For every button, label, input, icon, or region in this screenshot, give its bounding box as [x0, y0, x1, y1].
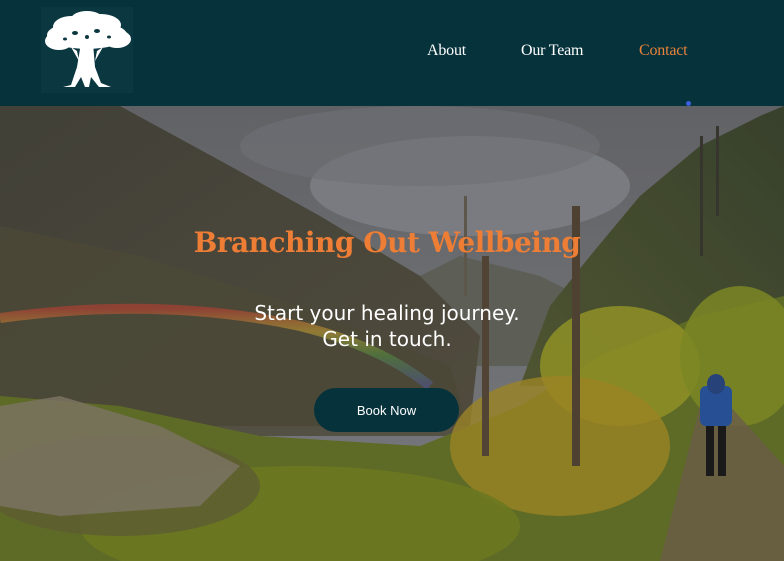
- nav-our-team[interactable]: Our Team: [521, 42, 584, 60]
- main-nav: About Our Team Contact: [0, 42, 784, 66]
- hero-subtitle-line-2: Get in touch.: [322, 327, 452, 351]
- nav-about[interactable]: About: [427, 42, 466, 60]
- hero-title: Branching Out Wellbeing: [193, 226, 581, 259]
- book-now-button[interactable]: Book Now: [314, 388, 459, 432]
- hero-section: Branching Out Wellbeing Start your heali…: [0, 106, 784, 561]
- nav-contact[interactable]: Contact: [639, 42, 688, 60]
- hero-subtitle: Start your healing journey. Get in touch…: [0, 300, 774, 352]
- hero-subtitle-line-1: Start your healing journey.: [254, 301, 520, 325]
- site-header: About Our Team Contact: [0, 0, 784, 106]
- active-nav-indicator: [686, 101, 691, 106]
